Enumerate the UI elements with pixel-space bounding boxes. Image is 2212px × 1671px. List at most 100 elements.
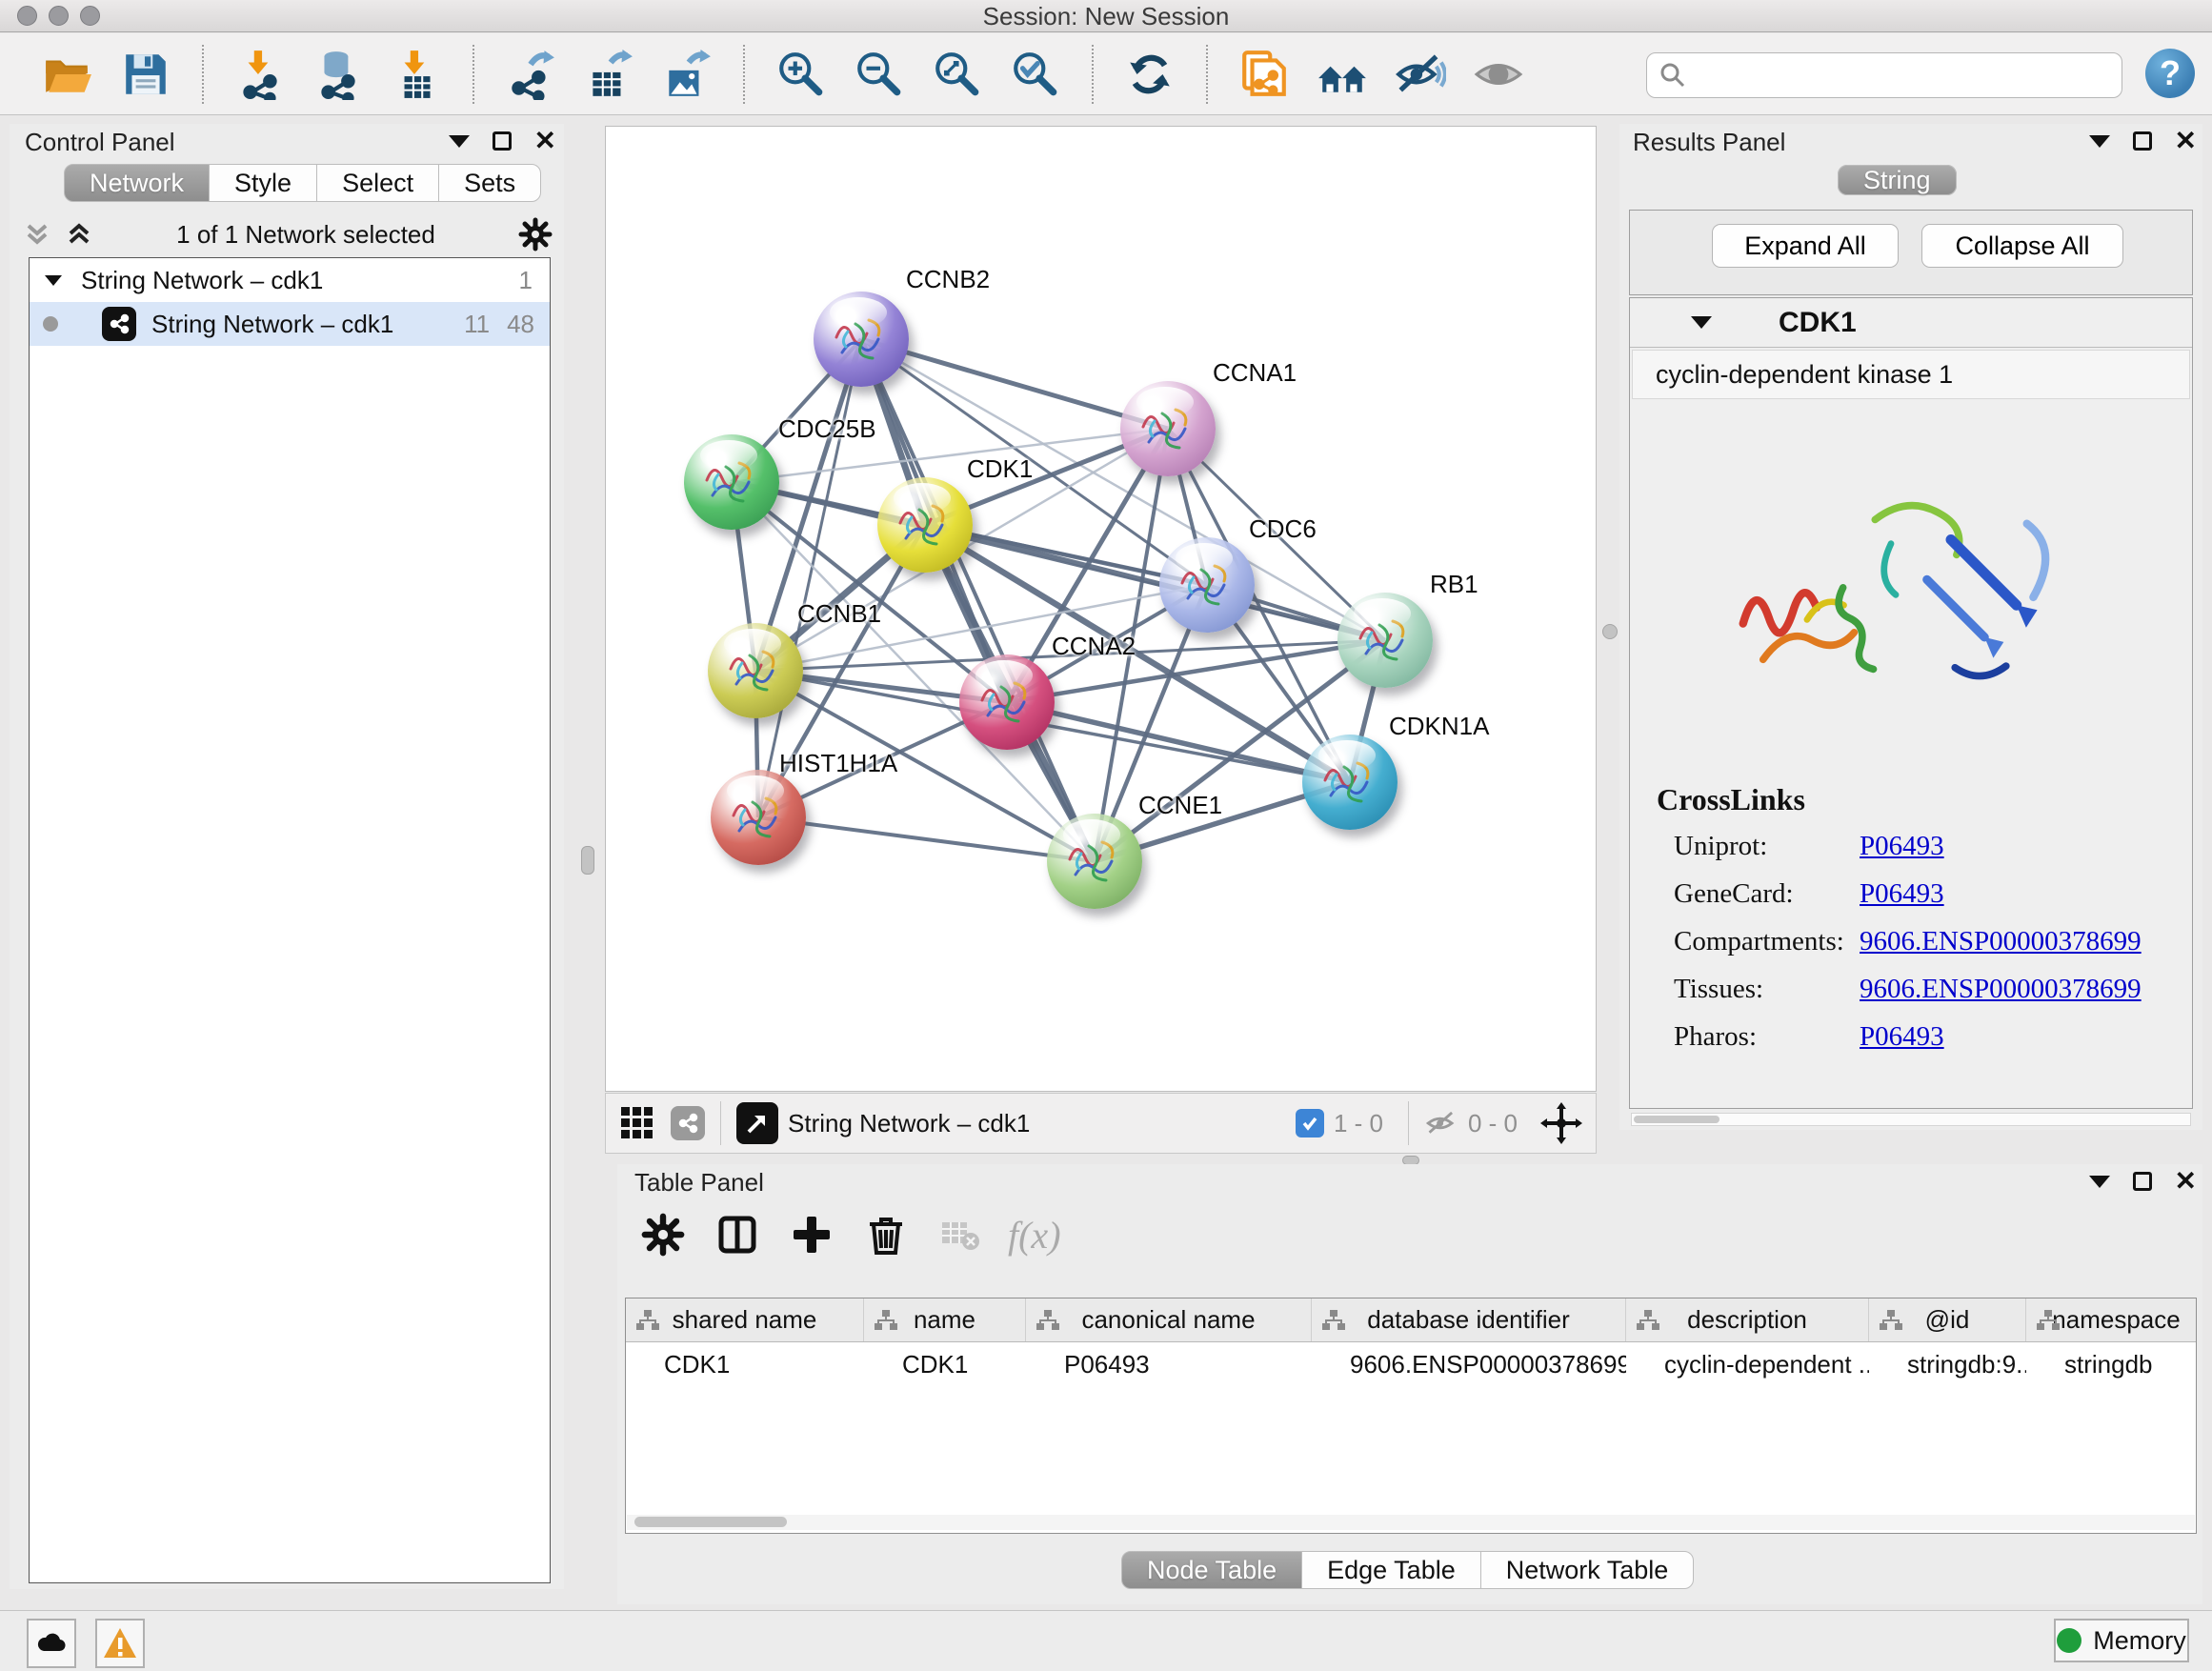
export-network-icon[interactable] — [504, 48, 557, 101]
grid-view-icon[interactable] — [619, 1105, 655, 1141]
save-session-icon[interactable] — [119, 48, 172, 101]
close-panel-icon[interactable]: ✕ — [534, 131, 556, 151]
export-image-icon[interactable] — [660, 48, 714, 101]
tab-node-table[interactable]: Node Table — [1121, 1551, 1302, 1589]
right-splitter-handle[interactable] — [1602, 624, 1618, 639]
results-scroll-thumb[interactable] — [1634, 1116, 1719, 1123]
search-input[interactable] — [1687, 61, 2097, 91]
crosslink-link[interactable]: 9606.ENSP00000378699 — [1860, 926, 2142, 957]
collapse-section-icon[interactable] — [1691, 316, 1712, 329]
collapse-all-button[interactable]: Collapse All — [1921, 224, 2123, 268]
network-edge[interactable] — [861, 339, 1095, 861]
network-node-cdc6[interactable] — [1159, 537, 1255, 633]
tab-network[interactable]: Network — [64, 164, 210, 202]
network-node-rb1[interactable] — [1337, 593, 1433, 688]
tab-edge-table[interactable]: Edge Table — [1301, 1551, 1481, 1589]
tab-network-table[interactable]: Network Table — [1480, 1551, 1695, 1589]
network-edge[interactable] — [758, 339, 861, 817]
import-table-file-icon[interactable] — [390, 48, 443, 101]
import-network-database-icon[interactable] — [312, 48, 365, 101]
network-edge[interactable] — [758, 817, 1095, 861]
collapse-collection-icon[interactable] — [45, 275, 62, 286]
float-panel-icon[interactable] — [493, 131, 512, 151]
network-node-cdc25b[interactable] — [684, 434, 779, 530]
selected-items-checkbox[interactable] — [1296, 1109, 1324, 1137]
protein-card-header[interactable]: CDK1 — [1630, 298, 2192, 348]
panel-menu-icon[interactable] — [2089, 1176, 2110, 1188]
table-cell[interactable]: stringdb — [2026, 1342, 2197, 1386]
crosslink-link[interactable]: P06493 — [1860, 1021, 1944, 1053]
network-node-ccnb1[interactable] — [708, 623, 803, 718]
table-scroll-thumb[interactable] — [634, 1517, 787, 1527]
hide-graphics-details-icon[interactable] — [1394, 48, 1447, 101]
network-node-ccna2[interactable] — [959, 654, 1055, 750]
table-options-gear-icon[interactable] — [636, 1208, 690, 1261]
tab-style[interactable]: Style — [209, 164, 317, 202]
close-panel-icon[interactable]: ✕ — [2175, 1172, 2197, 1191]
delete-column-icon[interactable] — [859, 1208, 913, 1261]
node-label-cdk1: CDK1 — [967, 454, 1033, 484]
crosslink-link[interactable]: P06493 — [1860, 878, 1944, 910]
crosslink-link[interactable]: 9606.ENSP00000378699 — [1860, 974, 2142, 1005]
zoom-fit-icon[interactable] — [931, 48, 984, 101]
float-panel-icon[interactable] — [2133, 1172, 2152, 1191]
column-header-name[interactable]: name — [864, 1299, 1026, 1341]
tab-sets[interactable]: Sets — [438, 164, 541, 202]
network-node-cdk1[interactable] — [877, 477, 973, 573]
crosslink-link[interactable]: P06493 — [1860, 831, 1944, 862]
table-row[interactable]: CDK1CDK1P064939606.ENSP00000378699cyclin… — [626, 1342, 2196, 1386]
home-pages-icon[interactable] — [1316, 48, 1369, 101]
help-icon[interactable]: ? — [2145, 49, 2195, 98]
column-header-namespace[interactable]: namespace — [2026, 1299, 2197, 1341]
column-header-database-identifier[interactable]: database identifier — [1312, 1299, 1626, 1341]
expand-all-networks-icon[interactable] — [23, 220, 51, 249]
network-collection-row[interactable]: String Network – cdk1 1 — [30, 258, 550, 302]
close-panel-icon[interactable]: ✕ — [2175, 131, 2197, 151]
table-cell[interactable]: cyclin-dependent ... — [1626, 1342, 1869, 1386]
export-table-icon[interactable] — [582, 48, 635, 101]
show-columns-icon[interactable] — [711, 1208, 764, 1261]
string-view-icon[interactable] — [671, 1106, 705, 1140]
zoom-selected-icon[interactable] — [1009, 48, 1062, 101]
open-session-icon[interactable] — [41, 48, 94, 101]
table-cell[interactable]: P06493 — [1026, 1342, 1312, 1386]
apply-layout-icon[interactable] — [1123, 48, 1176, 101]
table-cell[interactable]: CDK1 — [626, 1342, 864, 1386]
network-node-hist1h1a[interactable] — [711, 770, 806, 865]
network-row[interactable]: String Network – cdk1 11 48 — [30, 302, 550, 346]
network-node-ccnb2[interactable] — [814, 292, 909, 387]
table-cell[interactable]: CDK1 — [864, 1342, 1026, 1386]
tab-select[interactable]: Select — [316, 164, 439, 202]
tab-string[interactable]: String — [1838, 165, 1957, 195]
column-header-description[interactable]: description — [1626, 1299, 1869, 1341]
network-options-gear-icon[interactable] — [518, 217, 553, 252]
zoom-out-icon[interactable] — [853, 48, 906, 101]
panel-menu-icon[interactable] — [449, 135, 470, 148]
network-node-ccne1[interactable] — [1047, 814, 1142, 909]
network-canvas[interactable]: CCNB2CCNA1CDC25BCDK1CDC6RB1CCNB1CCNA2CDK… — [605, 126, 1597, 1092]
results-scrollbar[interactable] — [1631, 1113, 2191, 1126]
import-network-file-icon[interactable] — [233, 48, 287, 101]
function-builder-icon: f(x) — [1008, 1208, 1061, 1261]
cloud-button[interactable] — [27, 1619, 76, 1668]
detach-view-icon[interactable] — [736, 1102, 778, 1144]
left-splitter-handle[interactable] — [581, 846, 594, 875]
zoom-in-icon[interactable] — [774, 48, 828, 101]
create-column-icon[interactable] — [785, 1208, 838, 1261]
table-cell[interactable]: stringdb:9... — [1869, 1342, 2026, 1386]
network-node-cdkn1a[interactable] — [1302, 735, 1398, 830]
clone-network-icon[interactable] — [1237, 48, 1291, 101]
panel-menu-icon[interactable] — [2089, 135, 2110, 148]
column-header-canonical-name[interactable]: canonical name — [1026, 1299, 1312, 1341]
birds-eye-view-icon[interactable] — [1540, 1102, 1582, 1144]
float-panel-icon[interactable] — [2133, 131, 2152, 151]
table-cell[interactable]: 9606.ENSP00000378699 — [1312, 1342, 1626, 1386]
network-node-ccna1[interactable] — [1120, 381, 1216, 476]
collapse-all-networks-icon[interactable] — [65, 220, 93, 249]
column-header-shared-name[interactable]: shared name — [626, 1299, 864, 1341]
table-h-scrollbar[interactable] — [627, 1515, 2195, 1530]
memory-button[interactable]: Memory — [2054, 1619, 2189, 1662]
expand-all-button[interactable]: Expand All — [1712, 224, 1899, 268]
warnings-button[interactable] — [95, 1619, 145, 1668]
column-header--id[interactable]: @id — [1869, 1299, 2026, 1341]
